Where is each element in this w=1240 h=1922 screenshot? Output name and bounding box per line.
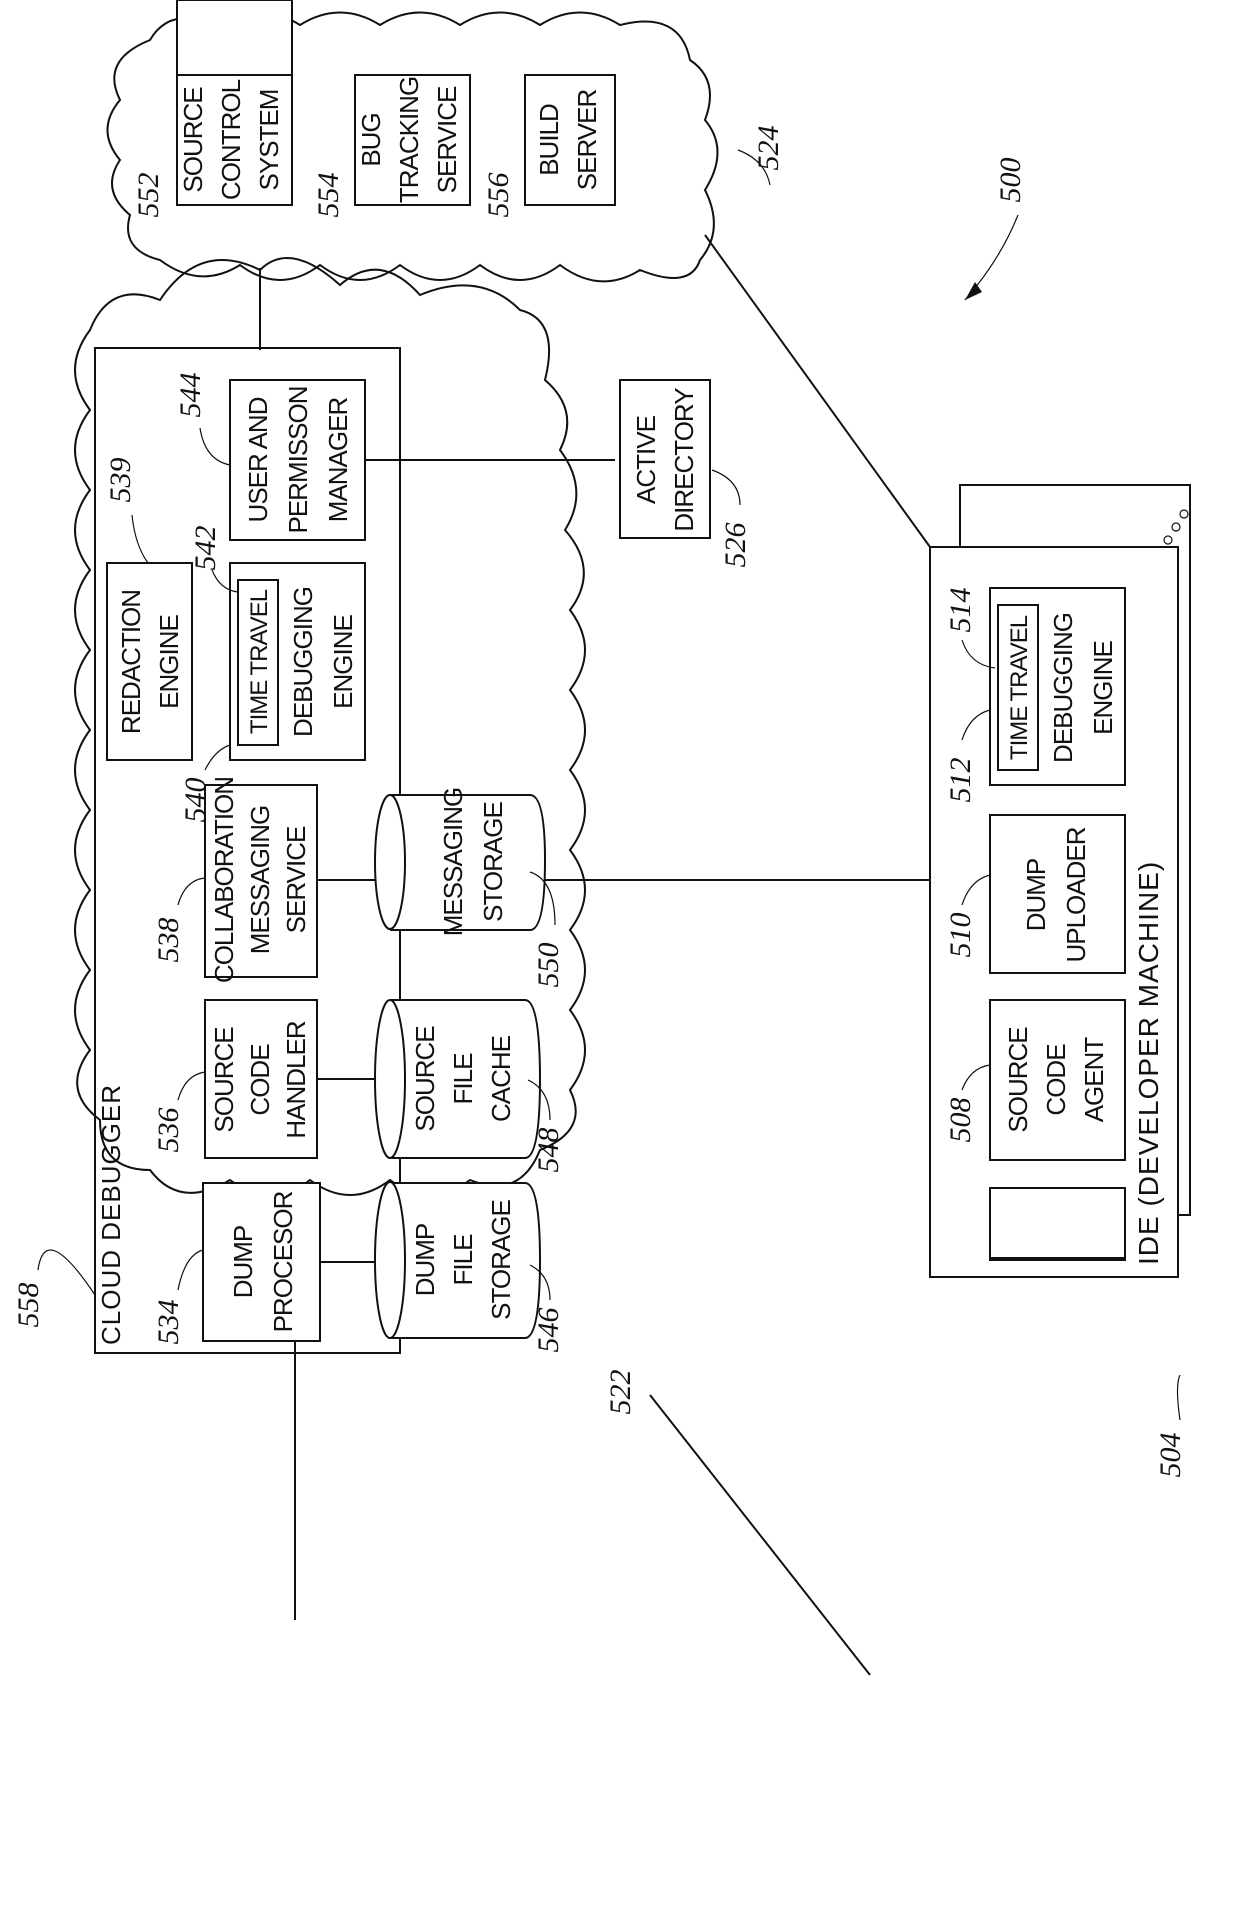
dfs-line-3: STORAGE	[486, 1200, 516, 1320]
ref-524: 524	[752, 126, 785, 171]
dp-line-1: DUMP	[228, 1226, 258, 1299]
ms-line-1: MESSAGING	[438, 788, 468, 936]
connector-cloud-browser	[649, 1394, 871, 1676]
cloud-ttd-line-2: ENGINE	[328, 615, 358, 709]
dfs-line-2: FILE	[448, 1234, 478, 1286]
ref-548: 548	[532, 1128, 565, 1173]
ref-558: 558	[12, 1283, 45, 1328]
sfc-line-2: FILE	[448, 1053, 478, 1105]
redaction-line-2: ENGINE	[154, 615, 184, 709]
ref-556: 556	[482, 173, 515, 218]
bug-tracking-line-2: TRACKING	[394, 77, 424, 203]
collab-messaging-agent-box	[989, 1187, 1126, 1261]
ref-552: 552	[132, 173, 165, 218]
ref-554: 554	[312, 173, 345, 218]
leader-534	[177, 1249, 204, 1291]
sch-line-3: HANDLER	[281, 1021, 311, 1138]
source-control-line-3: SYSTEM	[254, 90, 284, 191]
ref-522: 522	[604, 1370, 637, 1415]
cms-line-3: SERVICE	[281, 826, 311, 933]
sca-line-2: CODE	[1041, 1044, 1071, 1116]
redaction-line-1: REDACTION	[116, 590, 146, 734]
cloud-debugger-title: CLOUD DEBUGGER	[96, 1084, 126, 1345]
architecture-diagram: SOURCE CONTROL SYSTEM 552 BUG TRACKING S…	[12, 0, 1191, 1676]
leader-539	[131, 514, 149, 564]
ref-510: 510	[944, 913, 977, 958]
figure-ref-500: 500	[994, 158, 1027, 203]
ref-536: 536	[152, 1108, 185, 1153]
dump-uploader-box	[989, 814, 1126, 974]
ide-ttd-inner-label: TIME TRAVEL	[1006, 615, 1033, 760]
leader-540	[204, 744, 231, 771]
ide-ttd-line-2: ENGINE	[1088, 641, 1118, 735]
upm-line-2: PERMISSON	[283, 386, 313, 533]
leader-526	[711, 469, 741, 506]
du-line-2: UPLOADER	[1061, 827, 1091, 962]
ref-514: 514	[944, 588, 977, 633]
cloud-ttd-line-1: DEBUGGING	[288, 587, 318, 737]
ms-line-2: STORAGE	[478, 802, 508, 922]
ref-504: 504	[1154, 1433, 1187, 1478]
ref-546: 546	[532, 1308, 565, 1353]
sfc-line-3: CACHE	[486, 1035, 516, 1122]
dump-processor-box	[202, 1182, 321, 1342]
source-control-line-1: SOURCE	[178, 87, 208, 193]
sch-line-2: CODE	[245, 1044, 275, 1116]
bug-tracking-line-1: BUG	[356, 113, 386, 166]
ref-539: 539	[104, 458, 137, 503]
leader-504	[1176, 1374, 1181, 1421]
ad-line-2: DIRECTORY	[669, 388, 699, 532]
upm-line-3: MANAGER	[323, 398, 353, 523]
ref-512: 512	[944, 758, 977, 803]
ad-line-1: ACTIVE	[631, 415, 661, 504]
build-server-line-1: BUILD	[534, 104, 564, 176]
ide-title: IDE (DEVELOPER MACHINE)	[1133, 861, 1164, 1265]
dp-line-2: PROCESOR	[268, 1191, 298, 1332]
leader-538	[177, 877, 206, 906]
ref-526: 526	[719, 523, 752, 568]
ide-ttd-line-1: DEBUGGING	[1048, 613, 1078, 763]
ref-538: 538	[152, 918, 185, 963]
upm-line-1: USER AND	[243, 397, 273, 522]
ref-544: 544	[174, 373, 207, 418]
ref-534: 534	[152, 1300, 185, 1345]
bug-tracking-line-3: SERVICE	[432, 86, 462, 193]
connector-services-ide	[704, 234, 931, 548]
leader-536	[177, 1071, 206, 1101]
leader-558	[37, 1249, 96, 1296]
dfs-line-1: DUMP	[410, 1224, 440, 1297]
sca-line-3: AGENT	[1079, 1037, 1109, 1123]
ref-550: 550	[532, 943, 565, 988]
sfc-line-1: SOURCE	[410, 1026, 440, 1132]
arrowhead-icon	[965, 282, 982, 300]
sca-line-1: SOURCE	[1003, 1027, 1033, 1133]
cms-line-1: COLLABORATION	[209, 777, 239, 983]
ref-508: 508	[944, 1098, 977, 1143]
sch-line-1: SOURCE	[209, 1027, 239, 1133]
build-server-line-2: SERVER	[572, 90, 602, 191]
source-control-line-2: CONTROL	[216, 79, 246, 200]
leader-544	[199, 427, 231, 466]
du-line-1: DUMP	[1021, 859, 1051, 932]
ref-542: 542	[189, 526, 222, 571]
cms-line-2: MESSAGING	[245, 806, 275, 954]
cloud-ttd-inner-label: TIME TRAVEL	[246, 589, 273, 734]
